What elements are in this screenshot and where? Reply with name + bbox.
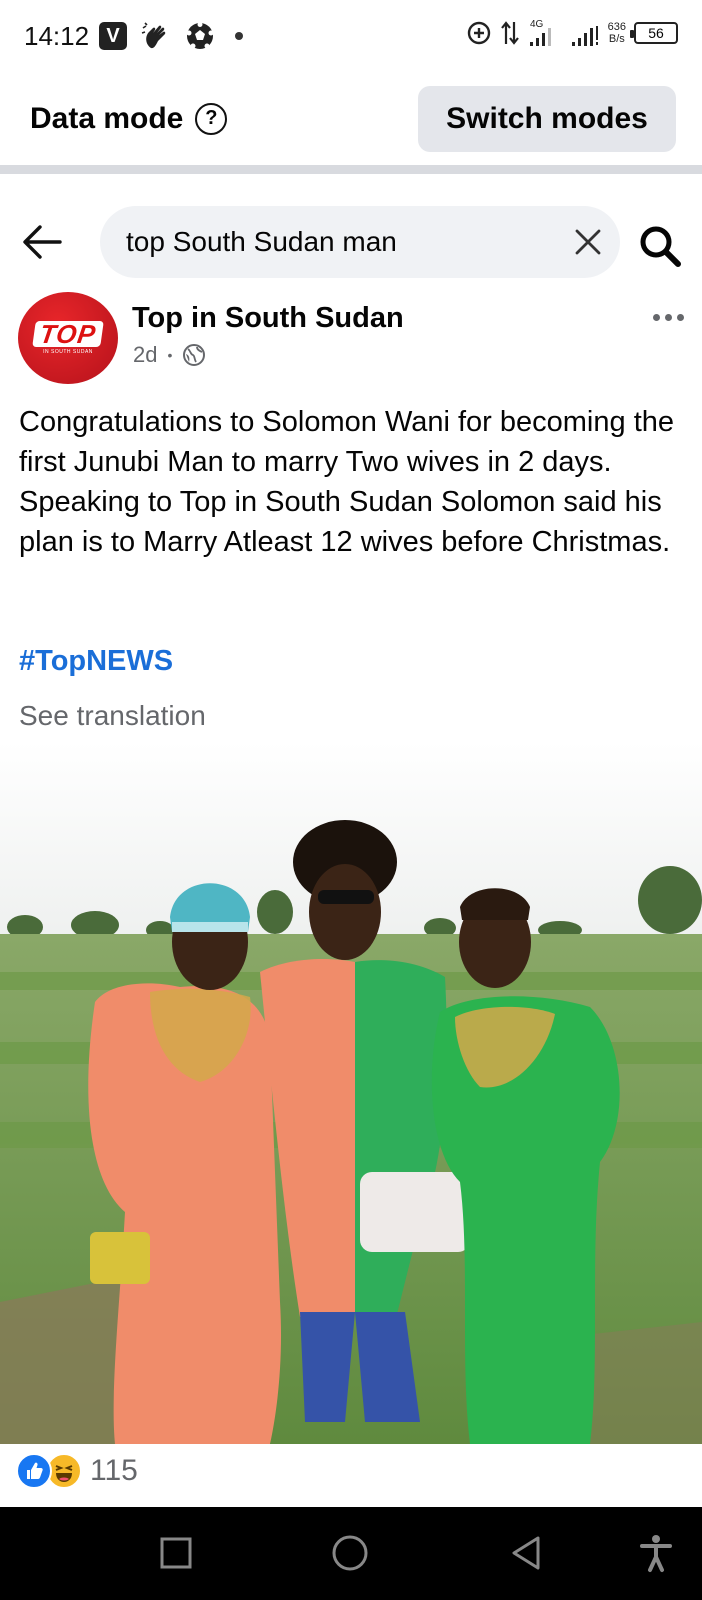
status-left-icons: V [99,21,244,51]
post-photo[interactable] [0,742,702,1444]
svg-text:4G: 4G [530,19,544,30]
status-right-icons: 4G 636 B/s 56 [466,18,678,48]
network-speed: 636 B/s [608,21,626,45]
help-circle-icon[interactable]: ? [195,102,228,135]
data-saver-icon [467,21,490,45]
battery-level: 56 [648,25,664,41]
battery-icon: 56 [630,22,678,44]
speed-unit: B/s [608,33,625,45]
v-app-icon: V [99,22,128,50]
page-avatar[interactable]: TOP IN SOUTH SUDAN [18,292,118,384]
status-time: 14:12 [24,20,90,51]
more-options-icon[interactable] [653,314,684,321]
data-mode-label: Data mode [30,101,184,135]
search-query[interactable]: top South Sudan man [126,226,397,258]
post-header: TOP IN SOUTH SUDAN Top in South Sudan 2d… [0,290,702,390]
signal-bars-icon [571,26,598,46]
search-icon[interactable] [638,224,682,268]
close-icon[interactable] [574,228,602,256]
switch-modes-button[interactable]: Switch modes [418,85,676,152]
search-row: top South Sudan man [0,206,702,278]
hand-wave-icon [141,22,166,49]
page-name[interactable]: Top in South Sudan [132,302,404,335]
accessibility-icon[interactable] [636,1533,676,1573]
avatar-logo-text: TOP [32,319,104,349]
post-time[interactable]: 2d [133,342,157,368]
speed-value: 636 [607,21,626,33]
search-input[interactable]: top South Sudan man [100,206,620,278]
data-transfer-icon [500,21,519,45]
notification-dot-icon [235,32,244,40]
back-arrow-icon[interactable] [22,224,62,260]
meta-separator: • [167,347,173,363]
recent-apps-icon[interactable] [156,1533,196,1573]
globe-icon [183,344,206,366]
signal-4g-icon: 4G [529,19,551,46]
avatar-logo-subtext: IN SOUTH SUDAN [43,349,93,355]
see-translation-link[interactable]: See translation [19,700,206,732]
post-text: Congratulations to Solomon Wani for beco… [19,406,675,558]
reaction-count: 115 [90,1454,138,1487]
data-mode-bar: Data mode ? Switch modes [0,72,702,174]
android-nav-bar [0,1507,702,1600]
back-icon[interactable] [506,1533,546,1573]
reaction-summary[interactable]: 115 [16,1453,138,1489]
like-icon [16,1453,52,1489]
post-meta: 2d • [133,342,206,368]
data-mode-info: Data mode ? [30,101,228,136]
status-bar: 14:12 V 4G 636 B/s 56 [0,0,702,72]
hashtag-link[interactable]: #TopNEWS [19,645,173,678]
home-icon[interactable] [330,1533,370,1573]
soccer-ball-icon [186,22,214,49]
